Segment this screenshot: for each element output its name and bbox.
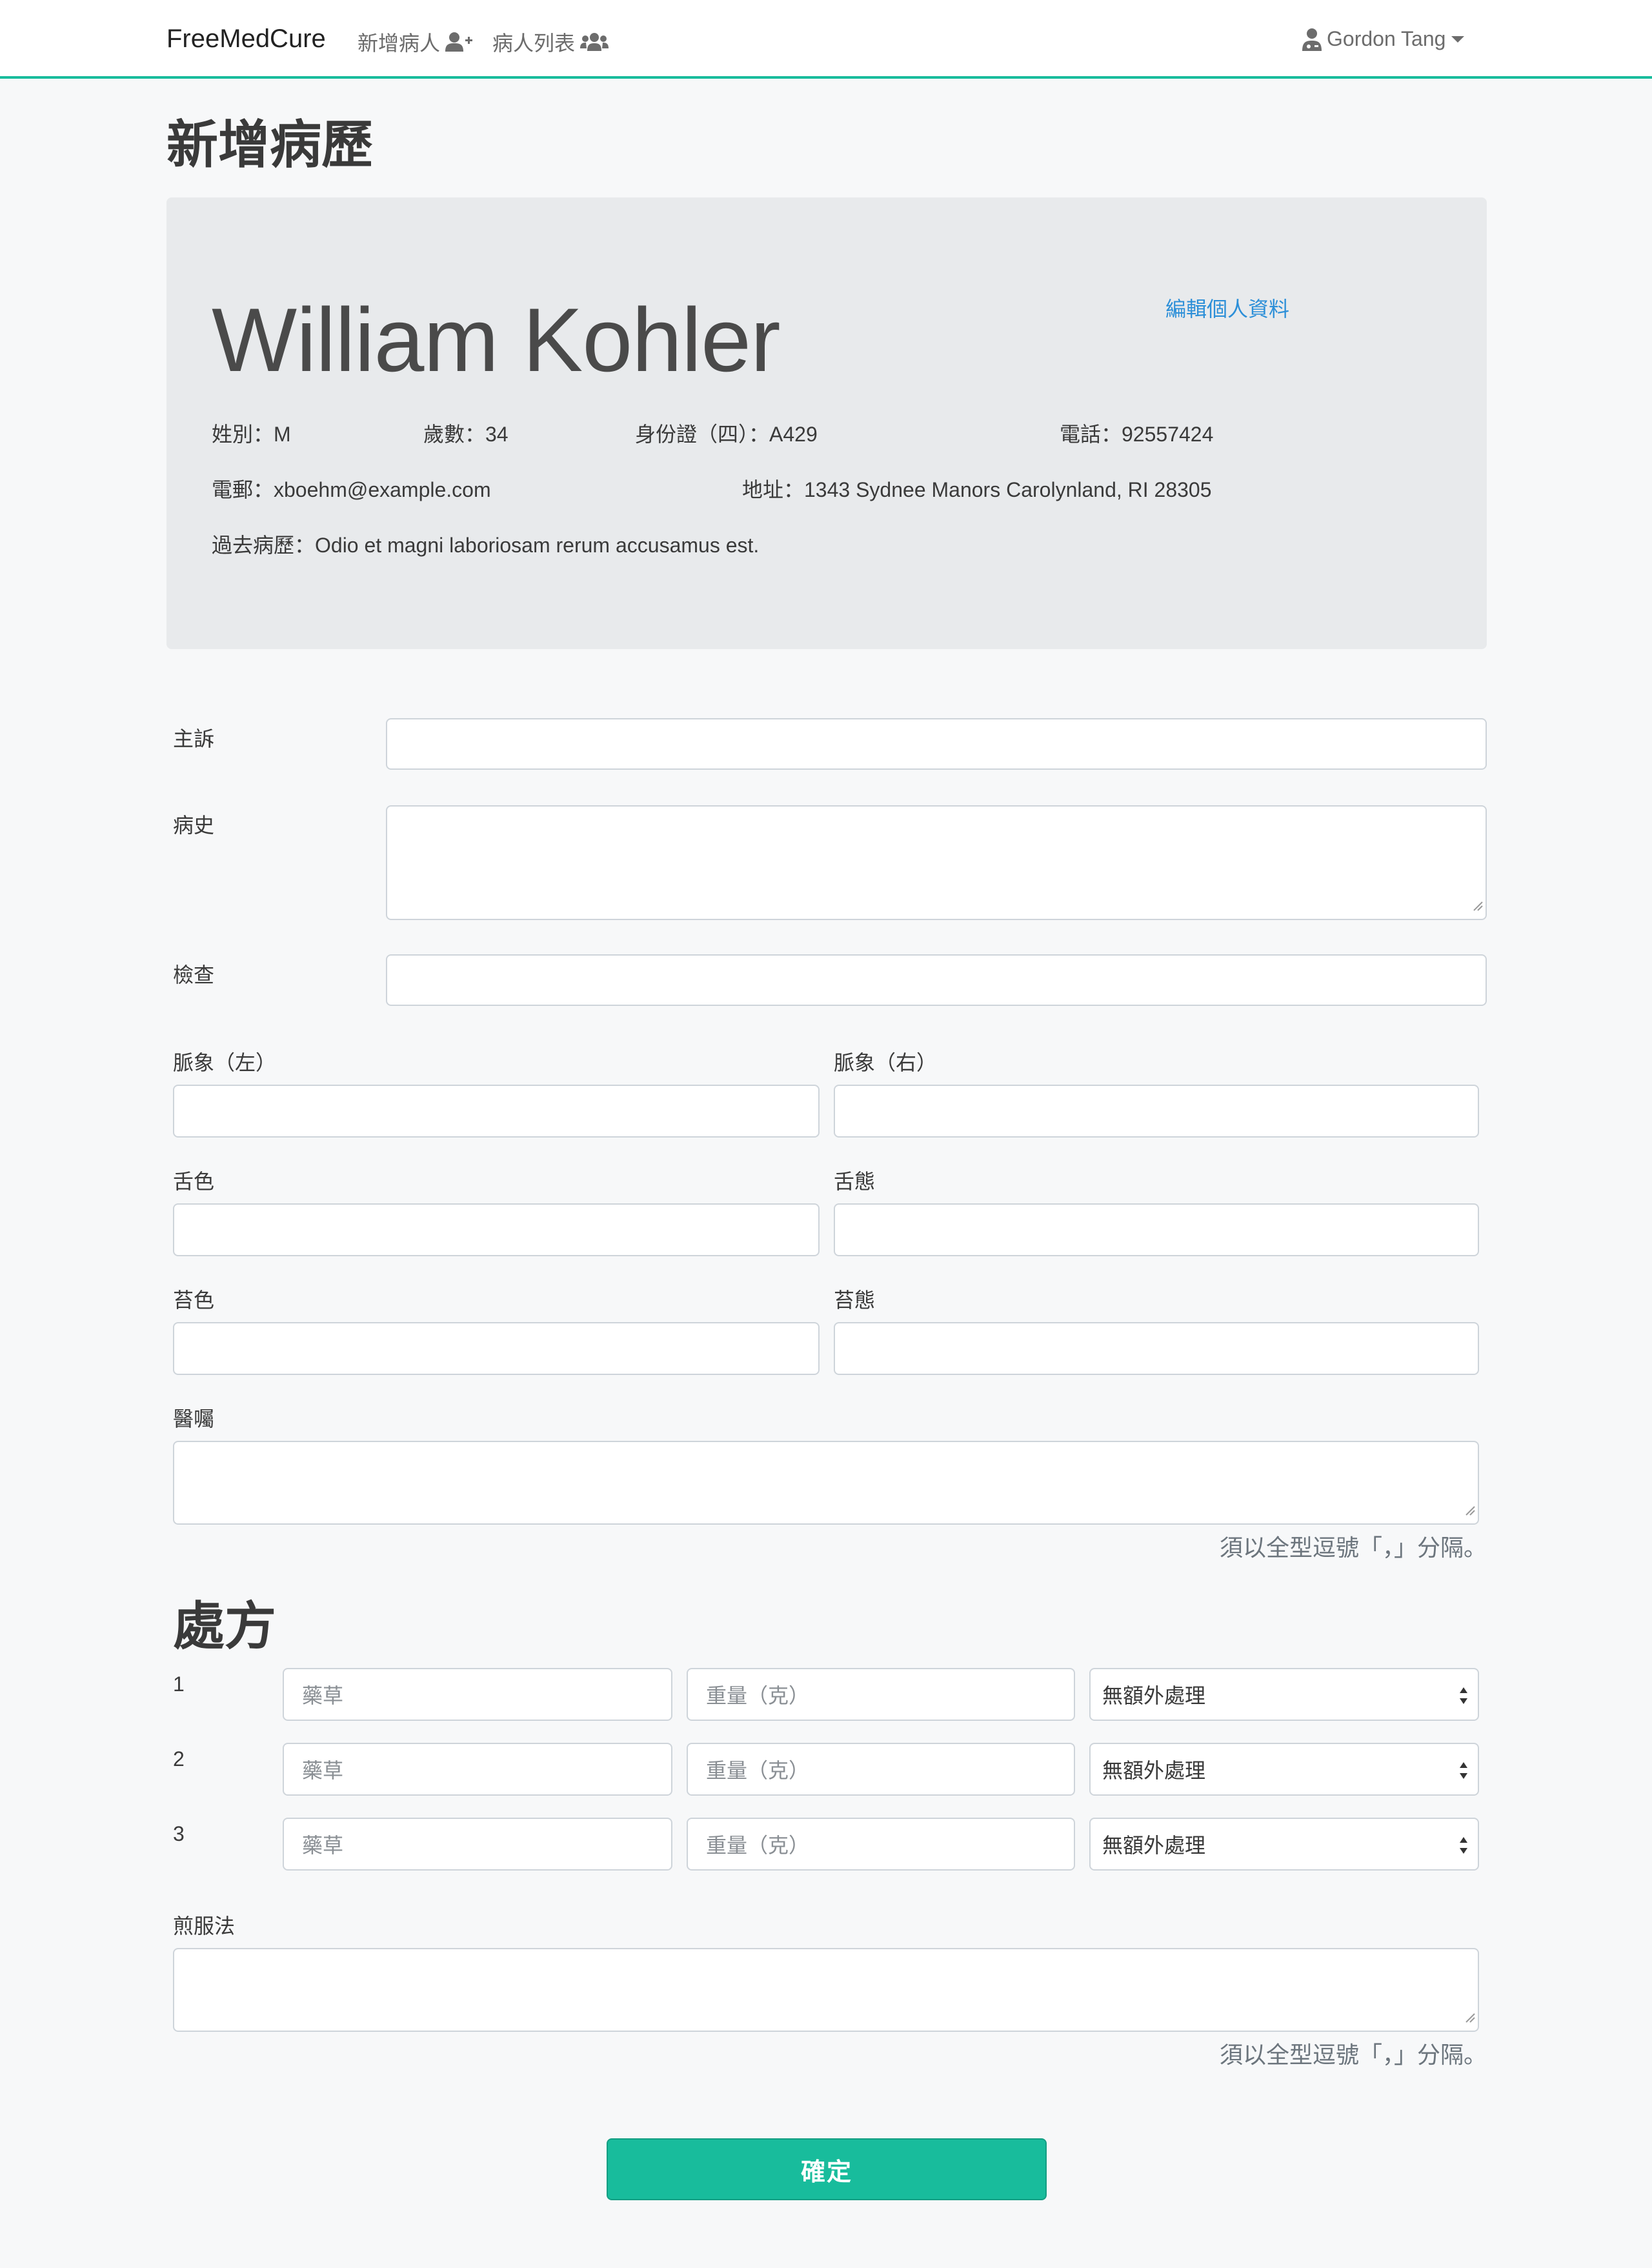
coating-color-label: 苔色	[173, 1289, 215, 1312]
pulse-left-input[interactable]	[173, 1085, 820, 1138]
user-name: Gordon Tang	[1327, 27, 1446, 50]
decoction-label: 煎服法	[173, 1914, 236, 1938]
pulse-right-label: 脈象（右）	[834, 1051, 938, 1074]
process-select[interactable]: 無額外處理	[1089, 1818, 1479, 1871]
process-select-value: 無額外處理	[1102, 1834, 1206, 1857]
nav-patient-list[interactable]: 病人列表	[492, 27, 609, 57]
herb-input[interactable]: 藥草	[283, 1668, 672, 1721]
weight-input[interactable]: 重量（克）	[687, 1743, 1075, 1796]
complaint-label: 主訴	[173, 727, 215, 750]
patient-id: 身份證（四）：A429	[635, 423, 818, 446]
users-icon	[580, 32, 609, 52]
herb-placeholder: 藥草	[302, 1759, 344, 1782]
advice-label: 醫囑	[173, 1407, 215, 1430]
patient-name: William Kohler	[212, 289, 781, 390]
process-select[interactable]: 無額外處理	[1089, 1743, 1479, 1796]
patient-history: 過去病歷：Odio et magni laboriosam rerum accu…	[212, 534, 760, 557]
navbar: FreeMedCure 新增病人 病人列表 Gordon Tang	[0, 0, 1652, 79]
select-arrows-icon	[1458, 1760, 1469, 1787]
patient-phone: 電話：92557424	[1060, 423, 1214, 446]
patient-gender: 姓別：M	[212, 423, 291, 446]
advice-help-text: 須以全型逗號「，」分隔。	[1219, 1534, 1487, 1561]
edit-profile-link[interactable]: 編輯個人資料	[1165, 293, 1289, 323]
herb-input[interactable]: 藥草	[283, 1743, 672, 1796]
process-select-value: 無額外處理	[1102, 1684, 1206, 1707]
process-select-value: 無額外處理	[1102, 1759, 1206, 1782]
select-arrows-icon	[1458, 1834, 1469, 1862]
resize-grip-icon[interactable]	[1464, 1497, 1475, 1521]
advice-textarea[interactable]	[173, 1441, 1479, 1525]
decoction-textarea[interactable]	[173, 1948, 1479, 2032]
select-arrows-icon	[1458, 1685, 1469, 1712]
herb-placeholder: 藥草	[302, 1834, 344, 1857]
tongue-color-label: 舌色	[173, 1170, 215, 1193]
nav-patient-list-label: 病人列表	[492, 32, 576, 55]
coating-color-input[interactable]	[173, 1322, 820, 1375]
history-textarea[interactable]	[386, 805, 1487, 920]
caret-down-icon	[1451, 35, 1465, 44]
process-select[interactable]: 無額外處理	[1089, 1668, 1479, 1721]
weight-input[interactable]: 重量（克）	[687, 1818, 1075, 1871]
pulse-left-label: 脈象（左）	[173, 1051, 277, 1074]
weight-input[interactable]: 重量（克）	[687, 1668, 1075, 1721]
user-menu[interactable]: Gordon Tang	[1302, 27, 1465, 51]
weight-placeholder: 重量（克）	[706, 1834, 810, 1857]
patient-age: 歲數：34	[423, 423, 509, 446]
decoction-help-text: 須以全型逗號「，」分隔。	[1219, 2042, 1487, 2068]
patient-info-card: William Kohler 編輯個人資料 姓別：M 歲數：34 身份證（四）：…	[166, 197, 1487, 649]
submit-button[interactable]: 確定	[607, 2138, 1047, 2200]
prescription-title: 處方	[173, 1598, 276, 1655]
coating-shape-label: 苔態	[834, 1289, 876, 1312]
herb-input[interactable]: 藥草	[283, 1818, 672, 1871]
pulse-right-input[interactable]	[834, 1085, 1479, 1138]
coating-shape-input[interactable]	[834, 1322, 1479, 1375]
prescription-row-number: 2	[173, 1747, 185, 1771]
nav-add-patient[interactable]: 新增病人	[358, 27, 473, 57]
tongue-shape-input[interactable]	[834, 1203, 1479, 1256]
patient-email: 電郵：xboehm@example.com	[212, 478, 491, 501]
brand-logo[interactable]: FreeMedCure	[166, 25, 326, 54]
tongue-shape-label: 舌態	[834, 1170, 876, 1193]
exam-label: 檢查	[173, 963, 215, 987]
patient-address: 地址：1343 Sydnee Manors Carolynland, RI 28…	[742, 478, 1212, 501]
nav-add-patient-label: 新增病人	[358, 32, 441, 55]
herb-placeholder: 藥草	[302, 1684, 344, 1707]
weight-placeholder: 重量（克）	[706, 1684, 810, 1707]
tongue-color-input[interactable]	[173, 1203, 820, 1256]
history-label: 病史	[173, 814, 215, 837]
resize-grip-icon[interactable]	[1464, 2004, 1475, 2028]
exam-input[interactable]	[386, 954, 1487, 1006]
weight-placeholder: 重量（克）	[706, 1759, 810, 1782]
prescription-row-number: 3	[173, 1822, 185, 1845]
complaint-input[interactable]	[386, 718, 1487, 770]
user-plus-icon	[445, 32, 473, 52]
user-doctor-icon	[1302, 28, 1322, 51]
prescription-row-number: 1	[173, 1672, 185, 1696]
page-title: 新增病歷	[166, 116, 373, 174]
resize-grip-icon[interactable]	[1471, 892, 1483, 916]
